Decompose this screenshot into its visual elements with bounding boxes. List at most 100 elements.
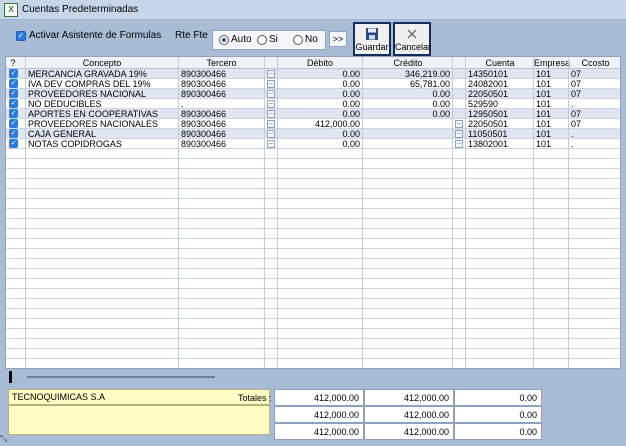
horizontal-scrollbar[interactable] bbox=[5, 371, 621, 383]
table-row[interactable]: ✓ MERCANCIA GRAVADA 19% 890300466.. 0.00 346… bbox=[6, 69, 620, 79]
row-checkbox[interactable]: ✓ bbox=[9, 89, 18, 98]
table-row[interactable]: ✓ PROVEEDORES NACIONAL 890300466.. 0.00 0.00… bbox=[6, 89, 620, 99]
table-row[interactable] bbox=[6, 349, 620, 359]
col-header-credito: Crédito bbox=[393, 58, 423, 68]
row-checkbox[interactable]: ✓ bbox=[9, 139, 18, 148]
ccosto-cell: . bbox=[571, 99, 574, 109]
table-row[interactable] bbox=[6, 189, 620, 199]
table-row[interactable]: ✓ NOTAS COPIDROGAS 890300466.. 0.00 13802001… bbox=[6, 139, 620, 149]
table-row[interactable] bbox=[6, 249, 620, 259]
table-row[interactable] bbox=[6, 359, 620, 368]
tercero-lookup-button[interactable]: .. bbox=[267, 139, 275, 148]
total-diferencia: 0.00 bbox=[454, 389, 542, 406]
empresa-cell: 101 bbox=[536, 79, 552, 89]
rte-fte-radio-group: Auto Si No bbox=[212, 30, 326, 50]
tercero-lookup-button[interactable]: .. bbox=[267, 119, 275, 128]
tercero-lookup-button[interactable]: .. bbox=[267, 79, 275, 88]
radio-si[interactable] bbox=[257, 35, 267, 45]
cancel-button-label: Cancelar bbox=[395, 42, 432, 52]
table-row[interactable] bbox=[6, 259, 620, 269]
tercero-lookup-button[interactable]: .. bbox=[267, 69, 275, 78]
table-row[interactable] bbox=[6, 239, 620, 249]
credito-cell: 0.00 bbox=[432, 99, 450, 109]
table-row[interactable] bbox=[6, 229, 620, 239]
grid-header: ? Concepto Tercero Débito Crédito Cuenta… bbox=[6, 57, 620, 69]
cuenta-lookup-button[interactable]: .. bbox=[455, 139, 463, 148]
save-button-label: Guardar bbox=[355, 42, 389, 52]
table-row[interactable]: ✓ PROVEEDORES NACIONALES 890300466.. 412,00… bbox=[6, 119, 620, 129]
table-row[interactable]: ✓ APORTES EN COOPERATIVAS 890300466.. 0.00 0… bbox=[6, 109, 620, 119]
table-row[interactable] bbox=[6, 219, 620, 229]
col-header-ccosto: Ccosto bbox=[581, 58, 610, 68]
radio-no-label: No bbox=[305, 34, 318, 45]
cuenta-lookup-button[interactable]: .. bbox=[455, 119, 463, 128]
assist-label: Activar Asistente de Formulas bbox=[29, 30, 162, 41]
cuenta-cell: 529590 bbox=[468, 99, 499, 109]
save-button[interactable]: Guardar bbox=[353, 22, 391, 56]
row-checkbox[interactable]: ✓ bbox=[9, 69, 18, 78]
concepto-cell: NO DEDUCIBLES bbox=[28, 99, 102, 109]
radio-auto[interactable] bbox=[219, 35, 229, 45]
table-row[interactable] bbox=[6, 319, 620, 329]
next-button[interactable]: >> bbox=[329, 31, 347, 47]
table-row[interactable] bbox=[6, 299, 620, 309]
debito-cell: 412,000.00 bbox=[314, 119, 360, 129]
concepto-cell: NOTAS COPIDROGAS bbox=[28, 139, 122, 149]
empresa-cell: 101 bbox=[536, 89, 552, 99]
debito-cell: 0.00 bbox=[342, 79, 360, 89]
total-credito-3: 412,000.00 bbox=[364, 423, 454, 440]
table-row[interactable] bbox=[6, 279, 620, 289]
cuenta-cell: 11050501 bbox=[468, 129, 508, 139]
table-row[interactable] bbox=[6, 269, 620, 279]
credito-cell: 0.00 bbox=[432, 89, 450, 99]
concepto-cell: MERCANCIA GRAVADA 19% bbox=[28, 69, 147, 79]
empresa-cell: 101 bbox=[536, 139, 552, 149]
table-row[interactable] bbox=[6, 159, 620, 169]
col-header-concepto: Concepto bbox=[82, 58, 122, 68]
tercero-cell: 890300466 bbox=[181, 119, 227, 129]
cuenta-cell: 22050501 bbox=[468, 119, 509, 129]
tercero-lookup-button[interactable]: .. bbox=[267, 129, 275, 138]
empresa-cell: 101 bbox=[536, 69, 552, 79]
tercero-lookup-button[interactable]: .. bbox=[267, 109, 275, 118]
table-row[interactable] bbox=[6, 329, 620, 339]
debito-cell: 0.00 bbox=[342, 139, 360, 149]
notes-field[interactable] bbox=[8, 405, 270, 435]
ccosto-cell: 07 bbox=[571, 89, 582, 99]
table-row[interactable] bbox=[6, 209, 620, 219]
credito-cell: 0.00 bbox=[432, 109, 450, 119]
tercero-cell: 890300466 bbox=[181, 69, 227, 79]
row-checkbox[interactable]: ✓ bbox=[9, 109, 18, 118]
row-checkbox[interactable]: ✓ bbox=[9, 129, 18, 138]
toolbar: ✓ Activar Asistente de Formulas Rte Fte … bbox=[0, 20, 626, 56]
total-credito: 412,000.00 bbox=[364, 389, 454, 406]
table-row[interactable] bbox=[6, 289, 620, 299]
table-row[interactable]: ✓ CAJA GENERAL 890300466.. 0.00 11050501 101.… bbox=[6, 129, 620, 139]
cancel-button[interactable]: Cancelar bbox=[393, 22, 431, 56]
table-row[interactable]: ✓ NO DEDUCIBLES... 0.00 0.00 529590 101. bbox=[6, 99, 620, 109]
cuenta-lookup-button[interactable]: .. bbox=[455, 129, 463, 138]
tercero-lookup-button[interactable]: .. bbox=[267, 89, 275, 98]
resize-grip-icon[interactable]: ⤡ bbox=[0, 433, 12, 445]
table-row[interactable] bbox=[6, 199, 620, 209]
row-checkbox[interactable]: ✓ bbox=[9, 119, 18, 128]
empresa-cell: 101 bbox=[536, 119, 552, 129]
total-credito-2: 412,000.00 bbox=[364, 406, 454, 423]
row-checkbox[interactable]: ✓ bbox=[9, 99, 18, 108]
radio-no[interactable] bbox=[293, 35, 303, 45]
title-bar: X Cuentas Predeterminadas bbox=[0, 0, 626, 20]
credito-cell bbox=[364, 119, 450, 129]
table-row[interactable] bbox=[6, 149, 620, 159]
total-debito-2: 412,000.00 bbox=[274, 406, 364, 423]
tercero-lookup-button[interactable]: .. bbox=[267, 99, 275, 108]
table-row[interactable] bbox=[6, 309, 620, 319]
table-row[interactable] bbox=[6, 179, 620, 189]
table-row[interactable] bbox=[6, 169, 620, 179]
row-checkbox[interactable]: ✓ bbox=[9, 79, 18, 88]
total-debito-3: 412,000.00 bbox=[274, 423, 364, 440]
scrollbar-thumb[interactable] bbox=[27, 376, 215, 378]
table-row[interactable] bbox=[6, 339, 620, 349]
table-row[interactable]: ✓ IVA DEV COMPRAS DEL 19% 890300466.. 0.00 6… bbox=[6, 79, 620, 89]
col-header-cuenta: Cuenta bbox=[485, 58, 515, 68]
assist-checkbox[interactable]: ✓ bbox=[16, 31, 26, 41]
